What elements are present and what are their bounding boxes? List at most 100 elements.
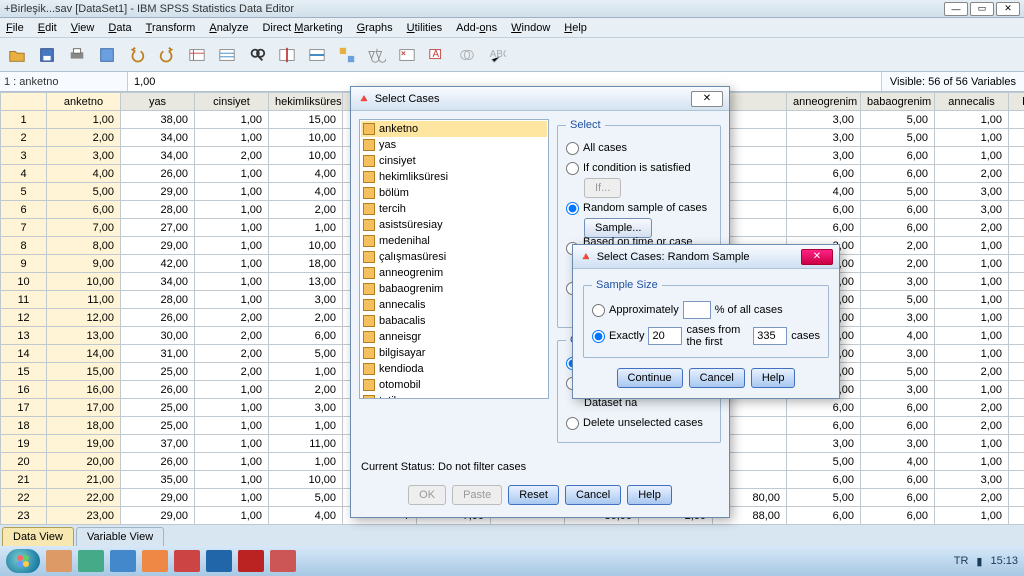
data-cell[interactable]: 28,00 xyxy=(121,291,195,309)
menu-addons[interactable]: Add-ons xyxy=(456,22,497,34)
menu-file[interactable]: File xyxy=(6,22,24,34)
data-cell[interactable]: 3,00 xyxy=(787,435,861,453)
row-header[interactable]: 4 xyxy=(1,165,47,183)
data-cell[interactable]: 1,00 xyxy=(195,237,269,255)
row-header[interactable]: 18 xyxy=(1,417,47,435)
open-icon[interactable] xyxy=(4,42,30,68)
var-list-item[interactable]: asistsüresiay xyxy=(361,217,547,233)
var-list-item[interactable]: babaogrenim xyxy=(361,281,547,297)
data-cell[interactable]: 2,00 xyxy=(935,165,1009,183)
data-cell[interactable]: 3,00 xyxy=(269,399,343,417)
cancel-button[interactable]: Cancel xyxy=(565,485,621,505)
column-header[interactable]: hekimliksüresi xyxy=(269,93,343,111)
row-header[interactable]: 11 xyxy=(1,291,47,309)
var-list-item[interactable]: yas xyxy=(361,137,547,153)
var-list-item[interactable]: cinsiyet xyxy=(361,153,547,169)
var-list-item[interactable]: tercih xyxy=(361,201,547,217)
data-cell[interactable]: 12,00 xyxy=(47,309,121,327)
var-list-item[interactable]: çalışmasüresi xyxy=(361,249,547,265)
data-cell[interactable]: 1,00 xyxy=(269,363,343,381)
data-cell[interactable]: 6,00 xyxy=(861,219,935,237)
data-cell[interactable]: 2,00 xyxy=(195,345,269,363)
data-cell[interactable]: 1,00 xyxy=(935,381,1009,399)
data-cell[interactable]: 2,00 xyxy=(47,129,121,147)
data-cell[interactable]: 3,00 xyxy=(787,129,861,147)
data-cell[interactable]: 2,00 xyxy=(195,309,269,327)
data-cell[interactable]: 25,00 xyxy=(121,417,195,435)
data-cell[interactable]: 6,00 xyxy=(787,471,861,489)
data-cell[interactable]: 15,00 xyxy=(269,111,343,129)
data-cell[interactable]: 3,00 xyxy=(935,471,1009,489)
data-cell[interactable]: 6,00 xyxy=(861,165,935,183)
data-cell[interactable]: 3,00 xyxy=(1009,129,1024,147)
data-cell[interactable]: 1,00 xyxy=(935,111,1009,129)
data-cell[interactable]: 5,00 xyxy=(861,183,935,201)
close-icon[interactable]: ✕ xyxy=(801,249,833,265)
data-cell[interactable]: 1,00 xyxy=(269,219,343,237)
data-cell[interactable]: 29,00 xyxy=(121,489,195,507)
data-cell[interactable]: 2,00 xyxy=(1009,417,1024,435)
row-header[interactable]: 10 xyxy=(1,273,47,291)
data-cell[interactable]: 15,00 xyxy=(47,363,121,381)
data-cell[interactable]: 3,00 xyxy=(1009,507,1024,525)
value-labels-icon[interactable]: A xyxy=(424,42,450,68)
data-cell[interactable]: 9,00 xyxy=(47,255,121,273)
data-cell[interactable]: 2,00 xyxy=(1009,165,1024,183)
row-header[interactable]: 23 xyxy=(1,507,47,525)
taskbar-app-icon[interactable] xyxy=(110,550,136,572)
data-cell[interactable]: 8,00 xyxy=(47,237,121,255)
data-cell[interactable]: 2,00 xyxy=(1009,489,1024,507)
data-cell[interactable]: 2,00 xyxy=(861,237,935,255)
data-cell[interactable]: 4,00 xyxy=(861,327,935,345)
data-cell[interactable]: 1,00 xyxy=(269,417,343,435)
data-cell[interactable]: 1,00 xyxy=(195,255,269,273)
data-cell[interactable]: 13,00 xyxy=(47,327,121,345)
data-cell[interactable]: 1,00 xyxy=(935,327,1009,345)
data-cell[interactable]: 4,00 xyxy=(787,183,861,201)
data-cell[interactable]: 4,00 xyxy=(269,165,343,183)
data-cell[interactable]: 2,00 xyxy=(269,309,343,327)
data-cell[interactable]: 1,00 xyxy=(195,219,269,237)
data-cell[interactable]: 1,00 xyxy=(195,471,269,489)
data-cell[interactable]: 1,00 xyxy=(935,507,1009,525)
taskbar-app-icon[interactable] xyxy=(174,550,200,572)
exact-n-input[interactable] xyxy=(648,327,682,345)
data-cell[interactable]: 6,00 xyxy=(787,417,861,435)
data-cell[interactable]: 20,00 xyxy=(47,453,121,471)
data-cell[interactable]: 1,00 xyxy=(195,273,269,291)
data-cell[interactable]: 1,00 xyxy=(195,399,269,417)
data-cell[interactable]: 4,00 xyxy=(861,453,935,471)
maximize-button[interactable]: ▭ xyxy=(970,2,994,16)
goto-icon[interactable] xyxy=(184,42,210,68)
data-cell[interactable]: 1,00 xyxy=(935,309,1009,327)
data-cell[interactable]: 6,00 xyxy=(787,201,861,219)
var-list-item[interactable]: anneisgr xyxy=(361,329,547,345)
data-cell[interactable]: 3,00 xyxy=(861,435,935,453)
continue-button[interactable]: Continue xyxy=(617,368,683,388)
column-header[interactable]: cinsiyet xyxy=(195,93,269,111)
data-cell[interactable]: 3,00 xyxy=(269,291,343,309)
column-header[interactable]: annecalis xyxy=(935,93,1009,111)
radio-random-sample[interactable] xyxy=(566,202,579,215)
menu-utilities[interactable]: Utilities xyxy=(407,22,442,34)
data-cell[interactable]: 42,00 xyxy=(121,255,195,273)
row-header[interactable]: 21 xyxy=(1,471,47,489)
data-cell[interactable]: 1,00 xyxy=(47,111,121,129)
var-list-item[interactable]: hekimliksüresi xyxy=(361,169,547,185)
data-cell[interactable]: 37,00 xyxy=(121,435,195,453)
data-cell[interactable]: 2,00 xyxy=(935,363,1009,381)
var-list-item[interactable]: bilgisayar xyxy=(361,345,547,361)
data-cell[interactable]: 3,00 xyxy=(1009,327,1024,345)
data-cell[interactable]: 3,00 xyxy=(1009,291,1024,309)
data-cell[interactable]: 3,00 xyxy=(1009,237,1024,255)
data-cell[interactable]: 34,00 xyxy=(121,147,195,165)
help-button[interactable]: Help xyxy=(627,485,672,505)
menu-analyze[interactable]: Analyze xyxy=(209,22,248,34)
menu-data[interactable]: Data xyxy=(108,22,131,34)
data-cell[interactable]: 29,00 xyxy=(121,507,195,525)
tab-variable-view[interactable]: Variable View xyxy=(76,527,164,546)
data-cell[interactable]: 28,00 xyxy=(121,201,195,219)
data-cell[interactable]: 6,00 xyxy=(861,489,935,507)
data-cell[interactable]: 1,00 xyxy=(269,453,343,471)
data-cell[interactable]: 1,00 xyxy=(195,165,269,183)
